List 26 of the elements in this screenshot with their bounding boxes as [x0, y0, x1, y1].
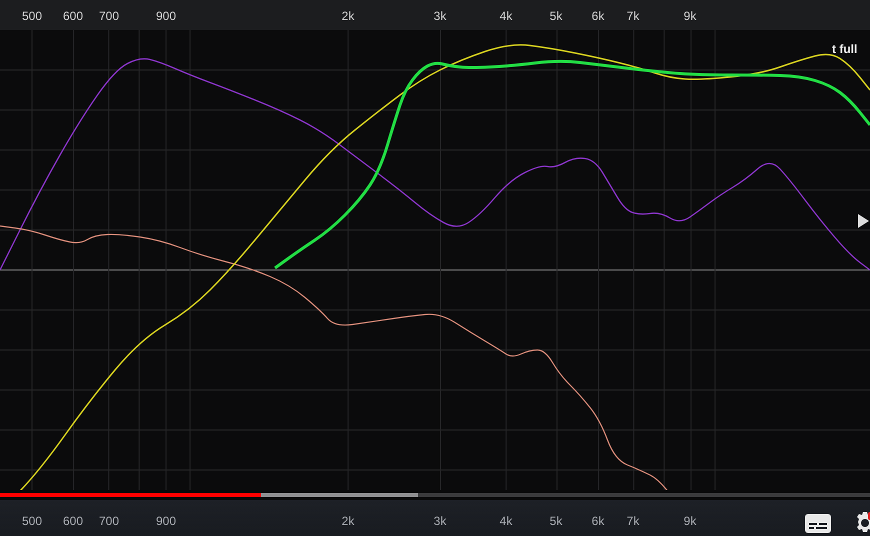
frequency-label: 9k — [684, 9, 696, 23]
frequency-label: 3k — [434, 9, 446, 23]
frequency-label: 2k — [342, 514, 354, 528]
frequency-label: 2k — [342, 9, 354, 23]
frequency-label: 600 — [62, 9, 84, 23]
subtitles-icon[interactable] — [805, 514, 831, 533]
frequency-label: 4k — [500, 9, 512, 23]
frequency-label: 5k — [550, 9, 562, 23]
frequency-label: 6k — [592, 9, 604, 23]
frequency-label: 900 — [156, 9, 176, 23]
frequency-label: 4k — [500, 514, 512, 528]
frequency-label: 700 — [98, 9, 120, 23]
frequency-label: 9k — [684, 514, 696, 528]
frequency-label: 700 — [98, 514, 120, 528]
frequency-label: 6k — [592, 514, 604, 528]
frequency-label: 3k — [434, 514, 446, 528]
legend-text: t full — [832, 42, 858, 56]
frequency-label: 7k — [626, 9, 640, 23]
frequency-label: 500 — [22, 9, 42, 23]
frequency-label: 600 — [62, 514, 84, 528]
progress-bar[interactable] — [0, 493, 870, 497]
frequency-label: 7k — [626, 514, 640, 528]
frequency-label: 900 — [156, 514, 176, 528]
frequency-label: 500 — [22, 514, 42, 528]
triangle-icon — [856, 213, 870, 229]
frequency-label: 5k — [550, 514, 562, 528]
